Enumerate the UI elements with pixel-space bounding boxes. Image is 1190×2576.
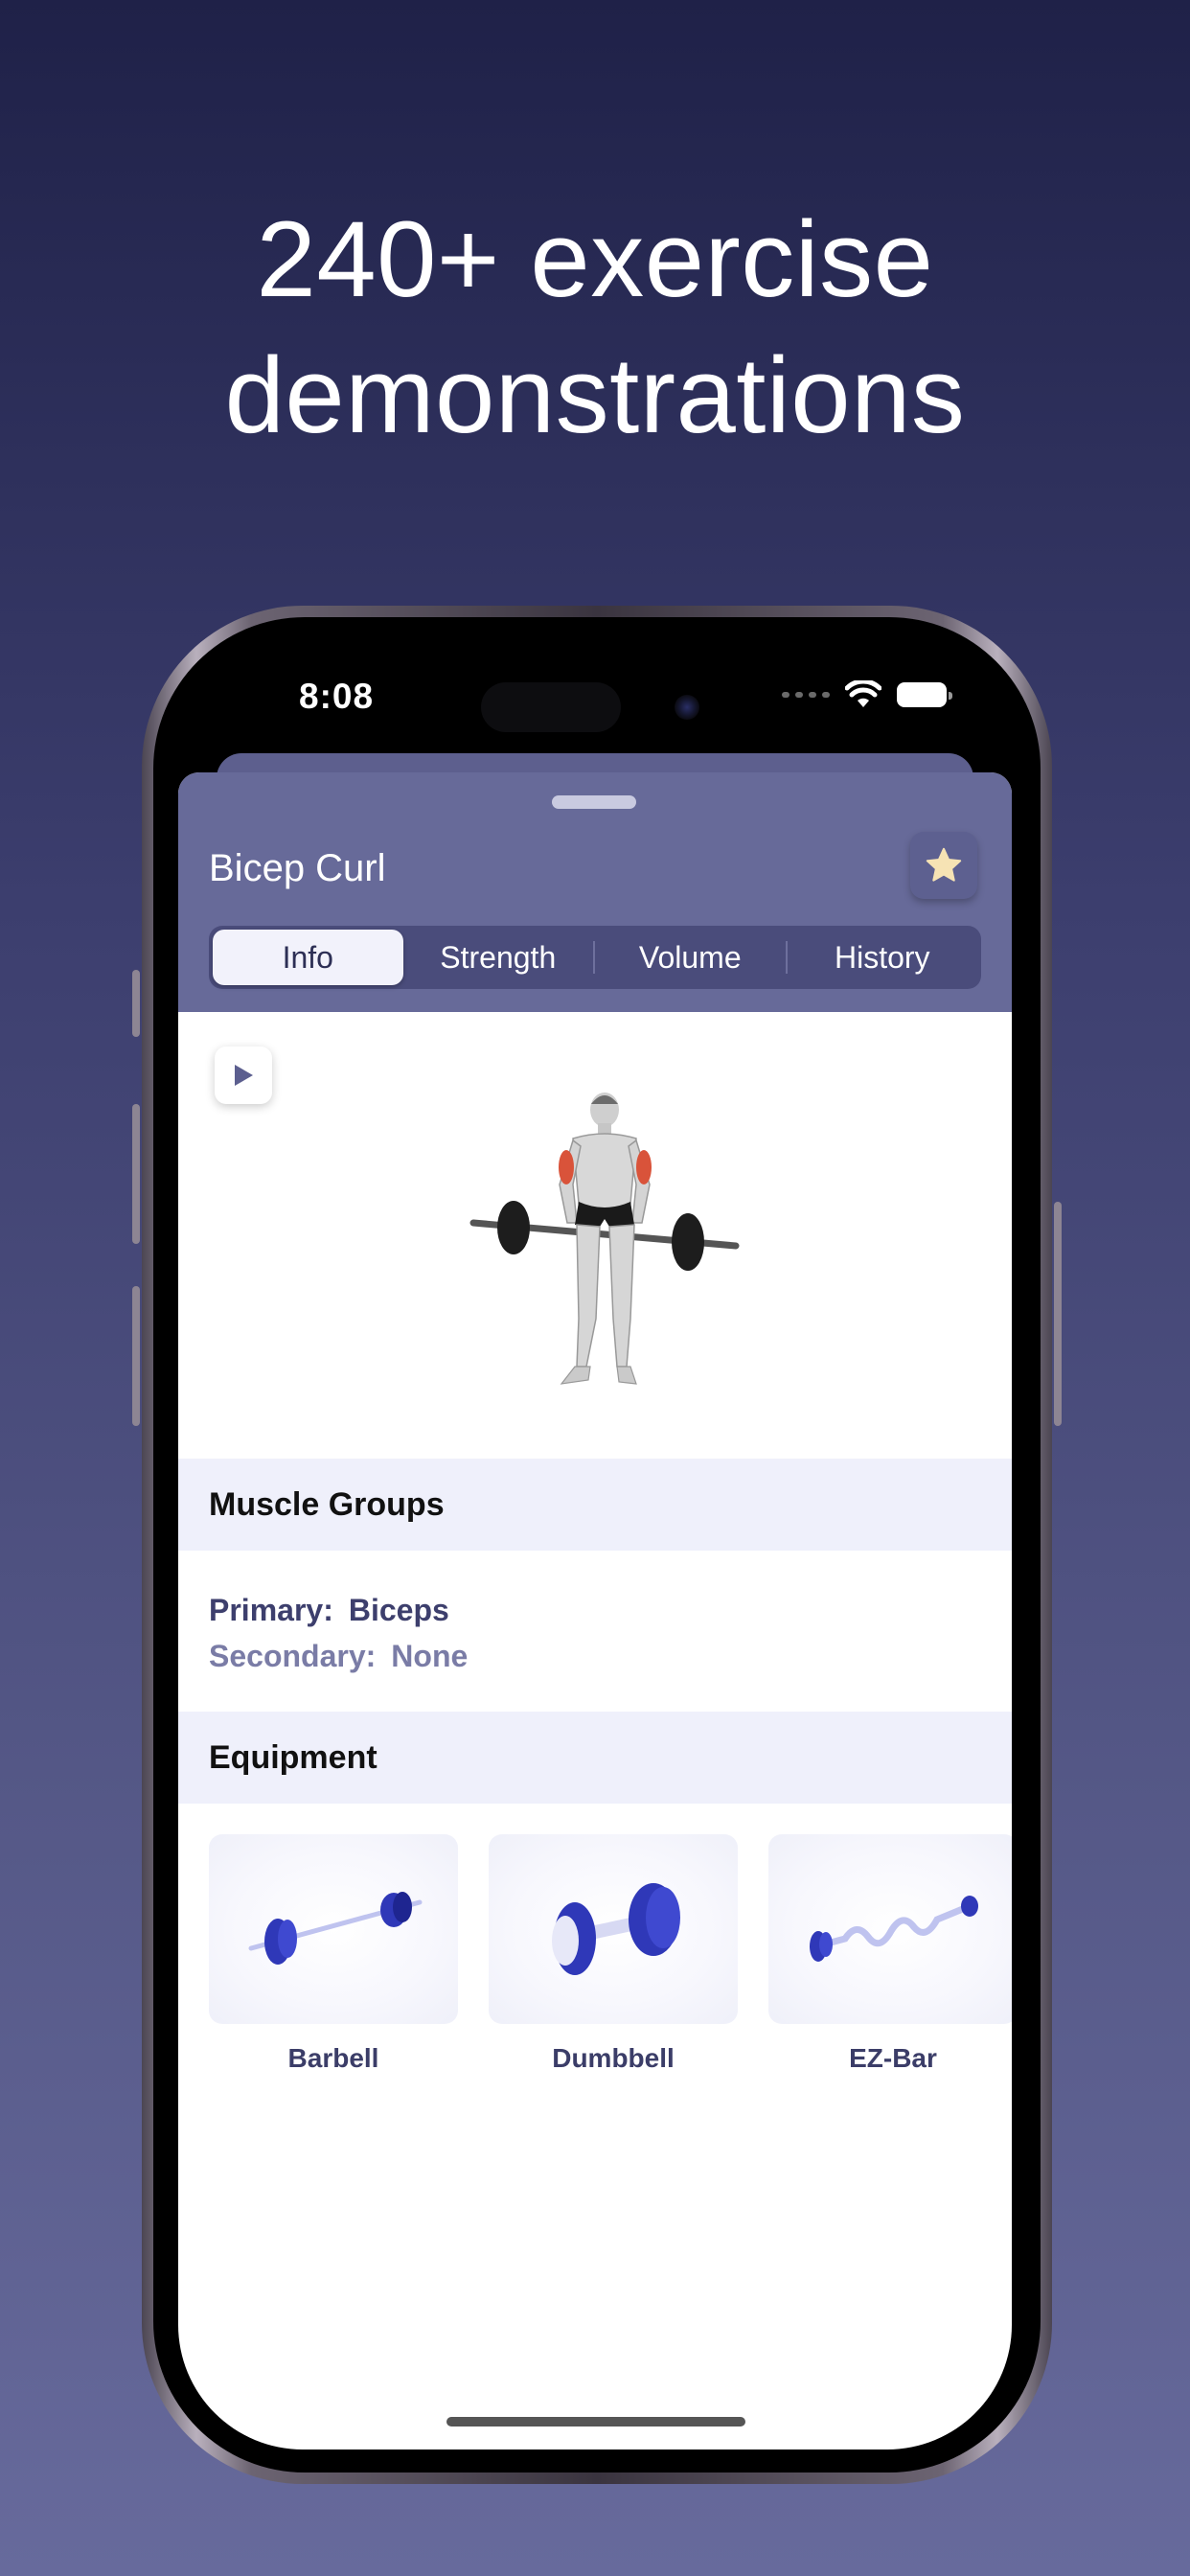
equipment-label: Barbell	[287, 2043, 379, 2073]
barbell-icon	[248, 1892, 423, 1965]
equipment-tile	[209, 1834, 458, 2024]
sheet-header: Bicep Curl Info Strength Volume History	[178, 772, 1012, 1012]
exercise-demo-area	[178, 1012, 1012, 1459]
star-icon	[926, 847, 962, 882]
dynamic-island	[481, 682, 621, 732]
tab-history[interactable]: History	[788, 930, 978, 985]
muscle-groups-content: Primary: Biceps Secondary: None	[178, 1551, 1012, 1712]
headline-line-1: 240+ exercise	[256, 199, 934, 319]
equipment-item-barbell[interactable]: Barbell	[209, 1834, 458, 2074]
equipment-item-ez-bar[interactable]: EZ-Bar	[768, 1834, 1012, 2074]
status-icons	[782, 680, 952, 709]
equipment-header: Equipment	[178, 1712, 1012, 1804]
phone-screen: 8:08 Bicep Curl Info Strength Volume His…	[178, 619, 1012, 2450]
mute-switch	[132, 970, 140, 1037]
exercise-title: Bicep Curl	[209, 847, 386, 889]
primary-muscle-row: Primary: Biceps	[209, 1587, 981, 1633]
volume-down-button	[132, 1286, 140, 1426]
cellular-signal-icon	[782, 692, 830, 698]
equipment-label: EZ-Bar	[849, 2043, 937, 2073]
front-camera	[675, 695, 699, 720]
play-button[interactable]	[215, 1046, 272, 1104]
ez-bar-icon	[810, 1896, 978, 1962]
equipment-tile	[768, 1834, 1012, 2024]
primary-label: Primary:	[209, 1593, 333, 1627]
secondary-value: None	[391, 1639, 469, 1673]
exercise-detail-sheet: Bicep Curl Info Strength Volume History	[178, 772, 1012, 2450]
marketing-headline: 240+ exercise demonstrations	[0, 192, 1190, 464]
home-indicator[interactable]	[446, 2417, 745, 2426]
muscle-groups-header: Muscle Groups	[178, 1459, 1012, 1551]
secondary-muscle-row: Secondary: None	[209, 1633, 981, 1679]
favorite-button[interactable]	[910, 832, 977, 899]
wifi-icon	[845, 680, 881, 707]
equipment-label: Dumbbell	[552, 2043, 675, 2073]
headline-line-2: demonstrations	[224, 335, 966, 455]
tab-volume[interactable]: Volume	[595, 930, 786, 985]
equipment-list: Barbell Dumbbell EZ-Bar	[178, 1804, 1012, 2074]
equipment-tile	[489, 1834, 738, 2024]
battery-icon	[897, 682, 952, 707]
power-button	[1054, 1202, 1062, 1426]
secondary-label: Secondary:	[209, 1639, 377, 1673]
dumbbell-icon	[552, 1883, 680, 1975]
segmented-control: Info Strength Volume History	[209, 926, 981, 989]
exercise-demonstration-image	[469, 1092, 740, 1385]
sheet-grabber[interactable]	[552, 795, 636, 809]
tab-strength[interactable]: Strength	[403, 930, 594, 985]
volume-up-button	[132, 1104, 140, 1244]
equipment-item-dumbbell[interactable]: Dumbbell	[489, 1834, 738, 2074]
status-time: 8:08	[299, 677, 375, 716]
tab-info[interactable]: Info	[213, 930, 403, 985]
primary-value: Biceps	[348, 1593, 449, 1627]
play-icon	[235, 1065, 253, 1086]
